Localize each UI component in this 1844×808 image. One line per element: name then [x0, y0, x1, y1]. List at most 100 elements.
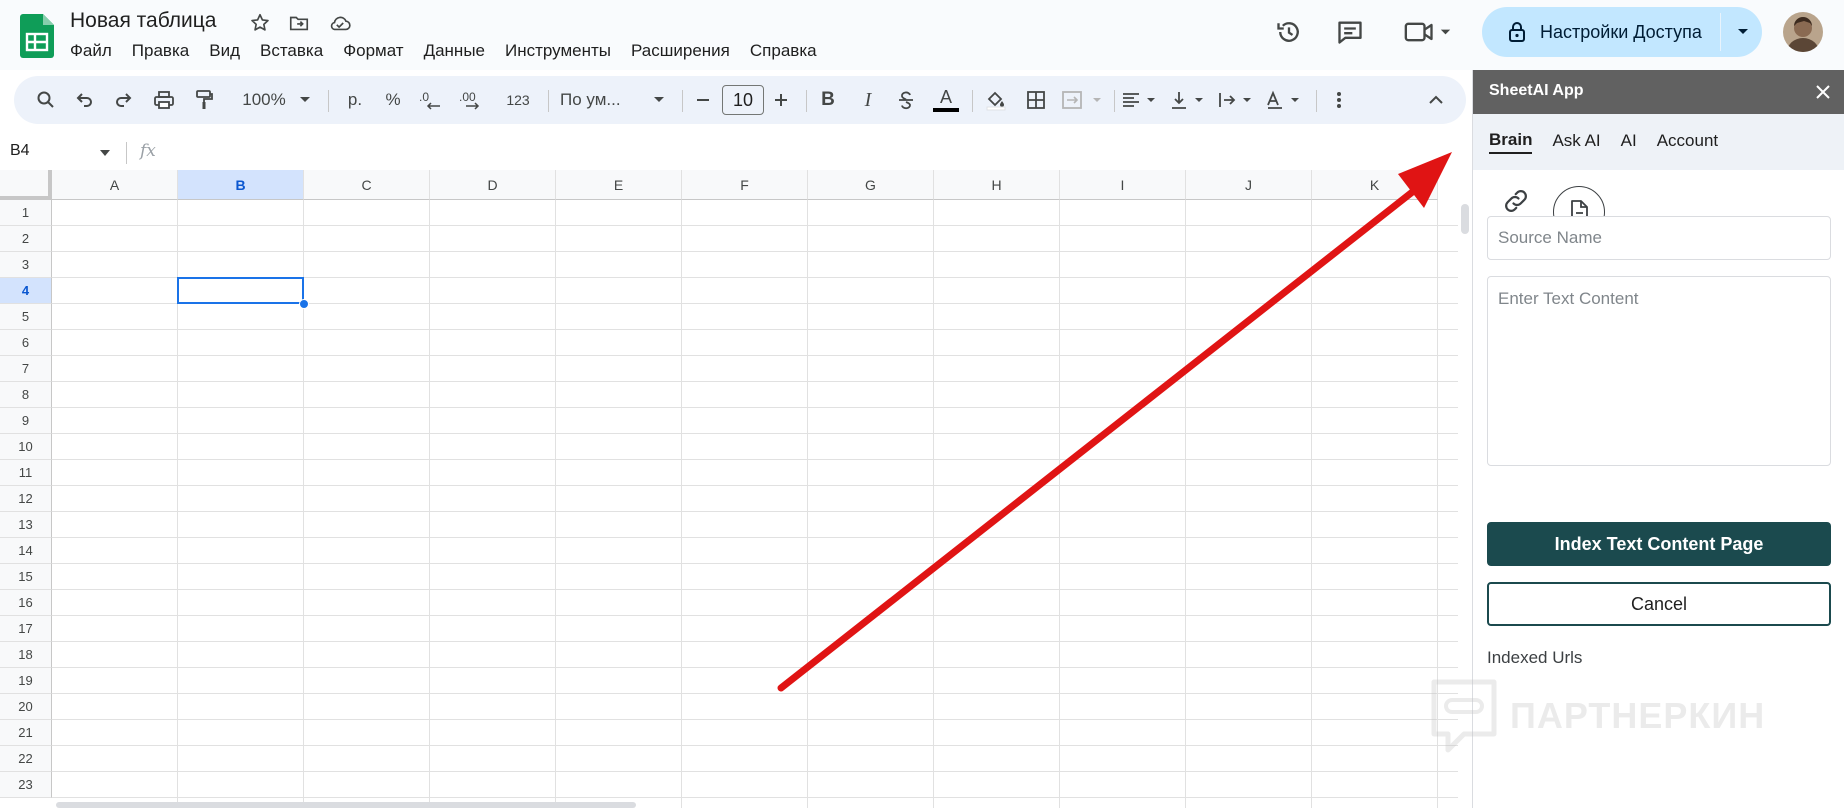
search-icon[interactable] [30, 84, 62, 116]
merge-cells-icon[interactable] [1058, 84, 1108, 116]
tab-account[interactable]: Account [1657, 114, 1728, 170]
vertical-align-icon[interactable] [1166, 84, 1212, 116]
name-box-caret-icon[interactable] [100, 150, 110, 156]
cloud-saved-icon[interactable] [328, 11, 352, 35]
percent-format-button[interactable]: % [378, 84, 408, 116]
paint-format-icon[interactable] [188, 84, 220, 116]
increase-decimals-button[interactable]: .00 [454, 84, 490, 116]
star-icon[interactable] [248, 11, 272, 35]
vertical-scrollbar-thumb[interactable] [1461, 204, 1469, 234]
font-size-input[interactable]: 10 [722, 85, 764, 115]
decrease-decimals-button[interactable]: .0 [414, 84, 448, 116]
font-family-caret-icon[interactable] [644, 84, 674, 116]
collapse-toolbar-icon[interactable] [1420, 84, 1452, 116]
row-header[interactable]: 16 [0, 590, 52, 616]
text-content-textarea[interactable] [1487, 276, 1831, 466]
row-header[interactable]: 10 [0, 434, 52, 460]
row-header[interactable]: 3 [0, 252, 52, 278]
borders-icon[interactable] [1020, 84, 1052, 116]
column-header[interactable]: D [430, 170, 556, 200]
font-family-select[interactable]: По ум... [560, 84, 644, 116]
tab-ask-ai[interactable]: Ask AI [1552, 114, 1610, 170]
fill-color-icon[interactable] [980, 84, 1012, 116]
menu-data[interactable]: Данные [414, 39, 495, 63]
currency-format-button[interactable]: р. [340, 84, 370, 116]
row-header[interactable]: 15 [0, 564, 52, 590]
move-folder-icon[interactable] [287, 11, 311, 35]
menu-help[interactable]: Справка [740, 39, 827, 63]
cell-area[interactable] [52, 200, 1458, 808]
zoom-select[interactable]: 100% [234, 84, 294, 116]
column-header[interactable]: J [1186, 170, 1312, 200]
share-button[interactable]: Настройки Доступа [1482, 7, 1762, 57]
row-header[interactable]: 12 [0, 486, 52, 512]
increase-font-size-icon[interactable] [766, 84, 796, 116]
horizontal-align-icon[interactable] [1118, 84, 1164, 116]
redo-icon[interactable] [108, 84, 140, 116]
link-icon[interactable] [1499, 184, 1533, 218]
row-header[interactable]: 21 [0, 720, 52, 746]
decrease-font-size-icon[interactable] [688, 84, 718, 116]
meet-video-icon[interactable] [1398, 14, 1458, 50]
italic-button[interactable]: I [852, 84, 884, 116]
zoom-caret-icon[interactable] [296, 84, 314, 116]
row-header[interactable]: 11 [0, 460, 52, 486]
column-header[interactable]: K [1312, 170, 1438, 200]
column-header[interactable]: F [682, 170, 808, 200]
row-header[interactable]: 8 [0, 382, 52, 408]
bold-button[interactable]: B [812, 84, 844, 116]
menu-extensions[interactable]: Расширения [621, 39, 740, 63]
document-title[interactable]: Новая таблица [70, 9, 217, 33]
text-wrapping-icon[interactable] [1214, 84, 1260, 116]
row-header[interactable]: 7 [0, 356, 52, 382]
row-header[interactable]: 9 [0, 408, 52, 434]
comments-icon[interactable] [1330, 14, 1370, 50]
user-avatar[interactable] [1783, 12, 1823, 52]
row-header[interactable]: 4 [0, 278, 52, 304]
column-header[interactable]: G [808, 170, 934, 200]
row-header[interactable]: 13 [0, 512, 52, 538]
active-cell[interactable] [177, 277, 304, 304]
share-dropdown-caret-icon[interactable] [1724, 7, 1762, 57]
version-history-icon[interactable] [1269, 14, 1309, 50]
row-header[interactable]: 19 [0, 668, 52, 694]
row-header[interactable]: 6 [0, 330, 52, 356]
menu-insert[interactable]: Вставка [250, 39, 333, 63]
more-options-icon[interactable] [1324, 84, 1354, 116]
row-header[interactable]: 20 [0, 694, 52, 720]
menu-tools[interactable]: Инструменты [495, 39, 621, 63]
select-all-corner[interactable] [0, 170, 52, 200]
column-header[interactable]: B [178, 170, 304, 200]
close-icon[interactable] [1809, 78, 1837, 106]
name-box[interactable]: B4 [10, 142, 30, 160]
tab-ai[interactable]: AI [1621, 114, 1647, 170]
index-text-content-button[interactable]: Index Text Content Page [1487, 522, 1831, 566]
column-header[interactable]: E [556, 170, 682, 200]
row-header[interactable]: 2 [0, 226, 52, 252]
column-header[interactable]: A [52, 170, 178, 200]
menu-view[interactable]: Вид [199, 39, 250, 63]
strikethrough-icon[interactable] [890, 84, 922, 116]
row-header[interactable]: 1 [0, 200, 52, 226]
undo-icon[interactable] [68, 84, 100, 116]
column-header[interactable]: H [934, 170, 1060, 200]
column-header[interactable]: I [1060, 170, 1186, 200]
print-icon[interactable] [148, 84, 180, 116]
row-header[interactable]: 17 [0, 616, 52, 642]
row-header[interactable]: 14 [0, 538, 52, 564]
menu-file[interactable]: Файл [60, 39, 122, 63]
sheets-logo-icon[interactable] [20, 14, 54, 58]
tab-brain[interactable]: Brain [1489, 114, 1542, 170]
text-rotation-icon[interactable] [1262, 84, 1308, 116]
row-header[interactable]: 23 [0, 772, 52, 798]
number-format-button[interactable]: 123 [498, 84, 538, 116]
spreadsheet-grid[interactable]: ABCDEFGHIJK 1 2 3 4 5 6 7 8 9 10 11 12 13 14 15 16 17 18 1… [0, 170, 1458, 808]
row-header[interactable]: 22 [0, 746, 52, 772]
cancel-button[interactable]: Cancel [1487, 582, 1831, 626]
column-header[interactable]: C [304, 170, 430, 200]
row-header[interactable]: 5 [0, 304, 52, 330]
source-name-input[interactable] [1487, 216, 1831, 260]
row-header[interactable]: 18 [0, 642, 52, 668]
menu-format[interactable]: Формат [333, 39, 413, 63]
fill-handle[interactable] [299, 299, 309, 309]
